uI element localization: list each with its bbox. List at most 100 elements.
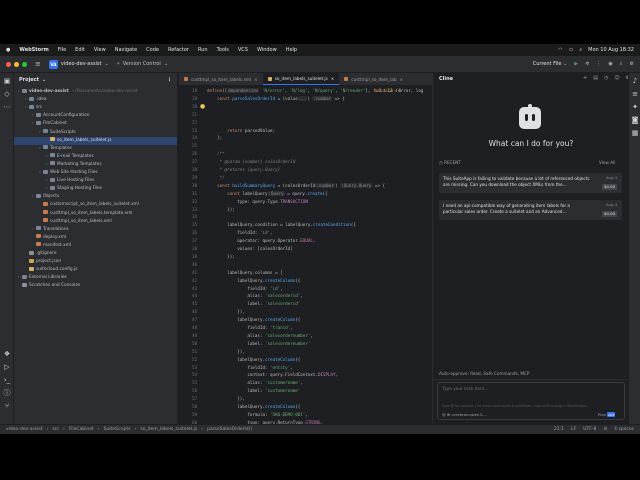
menu-tools[interactable]: Tools xyxy=(217,47,229,53)
hamburger-menu-icon[interactable]: ≡ xyxy=(35,60,41,68)
commit-tool-icon[interactable]: ◇ xyxy=(3,90,11,98)
zoom-window-icon[interactable] xyxy=(22,61,27,67)
clock[interactable]: Mon 10 Aug 18:32 xyxy=(588,47,634,53)
mode-act[interactable]: Act xyxy=(607,412,616,417)
tree-item[interactable]: › Staging Hosting Files xyxy=(14,185,177,193)
tree-item[interactable]: › E-mail Templates xyxy=(14,153,177,161)
code-area[interactable]: define([dependencies 'N/error', 'N/log',… xyxy=(207,86,432,424)
tree-item[interactable]: › FileCabinet xyxy=(14,120,177,128)
menu-file[interactable]: File xyxy=(58,47,66,53)
mode-toggle[interactable]: Plan Act xyxy=(598,412,616,417)
ai-assistant-icon[interactable]: ✦ xyxy=(631,103,639,111)
code-line[interactable]: labelQuery.columns = [ xyxy=(207,269,282,277)
wifi-icon[interactable]: ◠ xyxy=(558,47,562,53)
search-icon[interactable]: ⌕ xyxy=(579,47,582,53)
tree-item[interactable]: .gitignore xyxy=(14,250,177,258)
menu-refactor[interactable]: Refactor xyxy=(168,47,189,53)
project-switcher[interactable]: VA video-dev-assist ⌄ xyxy=(48,59,109,69)
tree-item[interactable]: Scratches and Consoles xyxy=(14,282,177,290)
tree-item[interactable]: customscript_so_item_labels_suitelet.xml xyxy=(14,201,177,209)
code-line[interactable]: labelQuery.condition = labelQuery.create… xyxy=(207,221,356,229)
tree-item[interactable]: so_item_labels_suitelet.js xyxy=(14,136,177,145)
menu-run[interactable]: Run xyxy=(198,47,208,53)
code-line[interactable]: }); xyxy=(207,206,235,214)
code-line[interactable]: formula: 'SKU-DEMO-001', xyxy=(207,411,308,419)
menu-code[interactable]: Code xyxy=(146,47,159,53)
tree-item[interactable]: › AccountConfiguration xyxy=(14,112,177,120)
chevron-down-icon[interactable]: ⌄ xyxy=(42,77,46,83)
close-icon[interactable]: × xyxy=(331,76,335,81)
code-line[interactable]: return parsedValue; xyxy=(207,127,275,135)
close-icon[interactable]: × xyxy=(399,77,403,82)
vcs-widget[interactable]: ⑂ Version Control ⌄ xyxy=(117,61,168,67)
code-line[interactable]: values: [salesOrderId] xyxy=(207,245,292,253)
battery-icon[interactable]: ▭ xyxy=(569,47,574,53)
tree-item[interactable]: › SuiteScripts xyxy=(14,129,177,137)
tree-item[interactable]: suitecloud.config.js xyxy=(14,266,177,274)
caret-position[interactable]: 21:1 xyxy=(554,427,564,432)
menu-edit[interactable]: Edit xyxy=(75,47,85,53)
code-line[interactable]: * @param {number} salesOrderId xyxy=(207,158,296,166)
tree-item[interactable]: custtmpl_so_item_labels.xml xyxy=(14,218,177,226)
code-line[interactable]: labelQuery.createColumn({ xyxy=(207,403,300,411)
plugins-tool-icon[interactable]: ❖ xyxy=(3,350,11,358)
inspection-widget[interactable]: ⚠ 2 ⚠ 12 ✓ 6 xyxy=(374,88,401,93)
tree-item[interactable]: custtmpl_so_item_labels.template.xml xyxy=(14,210,177,218)
code-line[interactable]: }); xyxy=(207,253,235,261)
cline-tool-icon[interactable]: ◙ xyxy=(631,116,639,124)
code-line[interactable]: alias: 'customername', xyxy=(207,379,303,387)
tree-item[interactable]: › .idea xyxy=(14,96,177,104)
menu-navigate[interactable]: Navigate xyxy=(115,47,137,53)
code-line[interactable]: }), xyxy=(207,308,245,316)
code-line[interactable]: }), xyxy=(207,348,245,356)
code-line[interactable]: fieldId: 'id', xyxy=(207,229,272,237)
code-line[interactable]: const labelQuery:Query = query.create({ xyxy=(207,190,328,198)
code-line[interactable]: label: 'salesorderid' xyxy=(207,300,300,308)
model-selector[interactable]: @ ⊞ cerebras:qwen3-... xyxy=(442,412,487,417)
code-line[interactable]: fieldId: 'entity', xyxy=(207,364,292,372)
maven-icon[interactable]: ▦ xyxy=(631,129,639,137)
settings-icon[interactable]: ⚙ xyxy=(630,61,634,67)
breadcrumb-item[interactable]: SuiteScripts xyxy=(104,427,131,432)
code-line[interactable]: fieldId: 'id', xyxy=(207,285,282,293)
editor-tab[interactable]: custtmpl_so_item_lab × xyxy=(339,73,408,85)
project-panel-title[interactable]: Project xyxy=(19,77,39,83)
code-line[interactable]: context: query.FieldContext.DISPLAY, xyxy=(207,371,338,379)
more-icon[interactable]: ⋮ xyxy=(596,61,601,67)
indent-setting[interactable]: 4 spaces xyxy=(614,427,634,432)
tree-item[interactable]: manifest.xml xyxy=(14,242,177,250)
code-line[interactable]: label: 'salesordernumber' xyxy=(207,340,310,348)
tree-item[interactable]: › src xyxy=(14,104,177,112)
code-line[interactable]: const parseSalesOrderId = (value...) :nu… xyxy=(207,95,345,103)
problems-tool-icon[interactable]: ⓘ xyxy=(3,389,11,397)
menu-view[interactable]: View xyxy=(94,47,106,53)
code-line[interactable]: labelQuery.createColumn({ xyxy=(207,356,300,364)
tree-item[interactable]: › video-dev-assist ~/Documents/video-dev-a… xyxy=(14,88,177,96)
notifications-icon[interactable]: ♪ xyxy=(631,77,639,85)
run-icon[interactable]: ▶ xyxy=(574,61,578,67)
tree-item[interactable]: › External Libraries xyxy=(14,274,177,282)
tree-item[interactable]: › Translations xyxy=(14,226,177,234)
git-tool-icon[interactable]: ⑂ xyxy=(3,402,11,410)
menu-window[interactable]: Window xyxy=(257,47,277,53)
code-line[interactable]: const buildSummaryQuery = (salesOrderId:… xyxy=(207,182,385,190)
run-tool-icon[interactable]: ▷ xyxy=(3,363,11,371)
tree-item[interactable]: › Objects xyxy=(14,193,177,201)
code-line[interactable]: * @returns {query.Query} xyxy=(207,166,281,174)
code-line[interactable]: */ xyxy=(207,174,225,182)
code-line[interactable]: alias: 'salesordernumber', xyxy=(207,332,313,340)
breadcrumb-item[interactable]: parseSalesOrderId() xyxy=(207,427,252,432)
code-line[interactable]: operator: query.Operator.EQUAL, xyxy=(207,237,315,245)
tree-item[interactable]: › Web Site Hosting Files xyxy=(14,169,177,177)
code-line[interactable]: }), xyxy=(207,395,245,403)
structure-tool-icon[interactable]: ⋯ xyxy=(3,103,11,111)
code-line[interactable]: labelQuery.createColumn({ xyxy=(207,277,300,285)
recent-task-card[interactable]: This SuiteApp is failing to validate bec… xyxy=(439,173,622,193)
tree-item[interactable]: › Live Hosting Files xyxy=(14,177,177,185)
menu-vcs[interactable]: VCS xyxy=(238,47,248,53)
code-line[interactable]: alias: 'salesorderid', xyxy=(207,292,303,300)
apple-icon[interactable]: ● xyxy=(6,47,10,53)
tree-item[interactable]: deploy.xml xyxy=(14,234,177,242)
task-input-box[interactable]: Type your task here... Type @ for contex… xyxy=(437,382,625,420)
debug-icon[interactable]: ✲ xyxy=(585,61,589,67)
